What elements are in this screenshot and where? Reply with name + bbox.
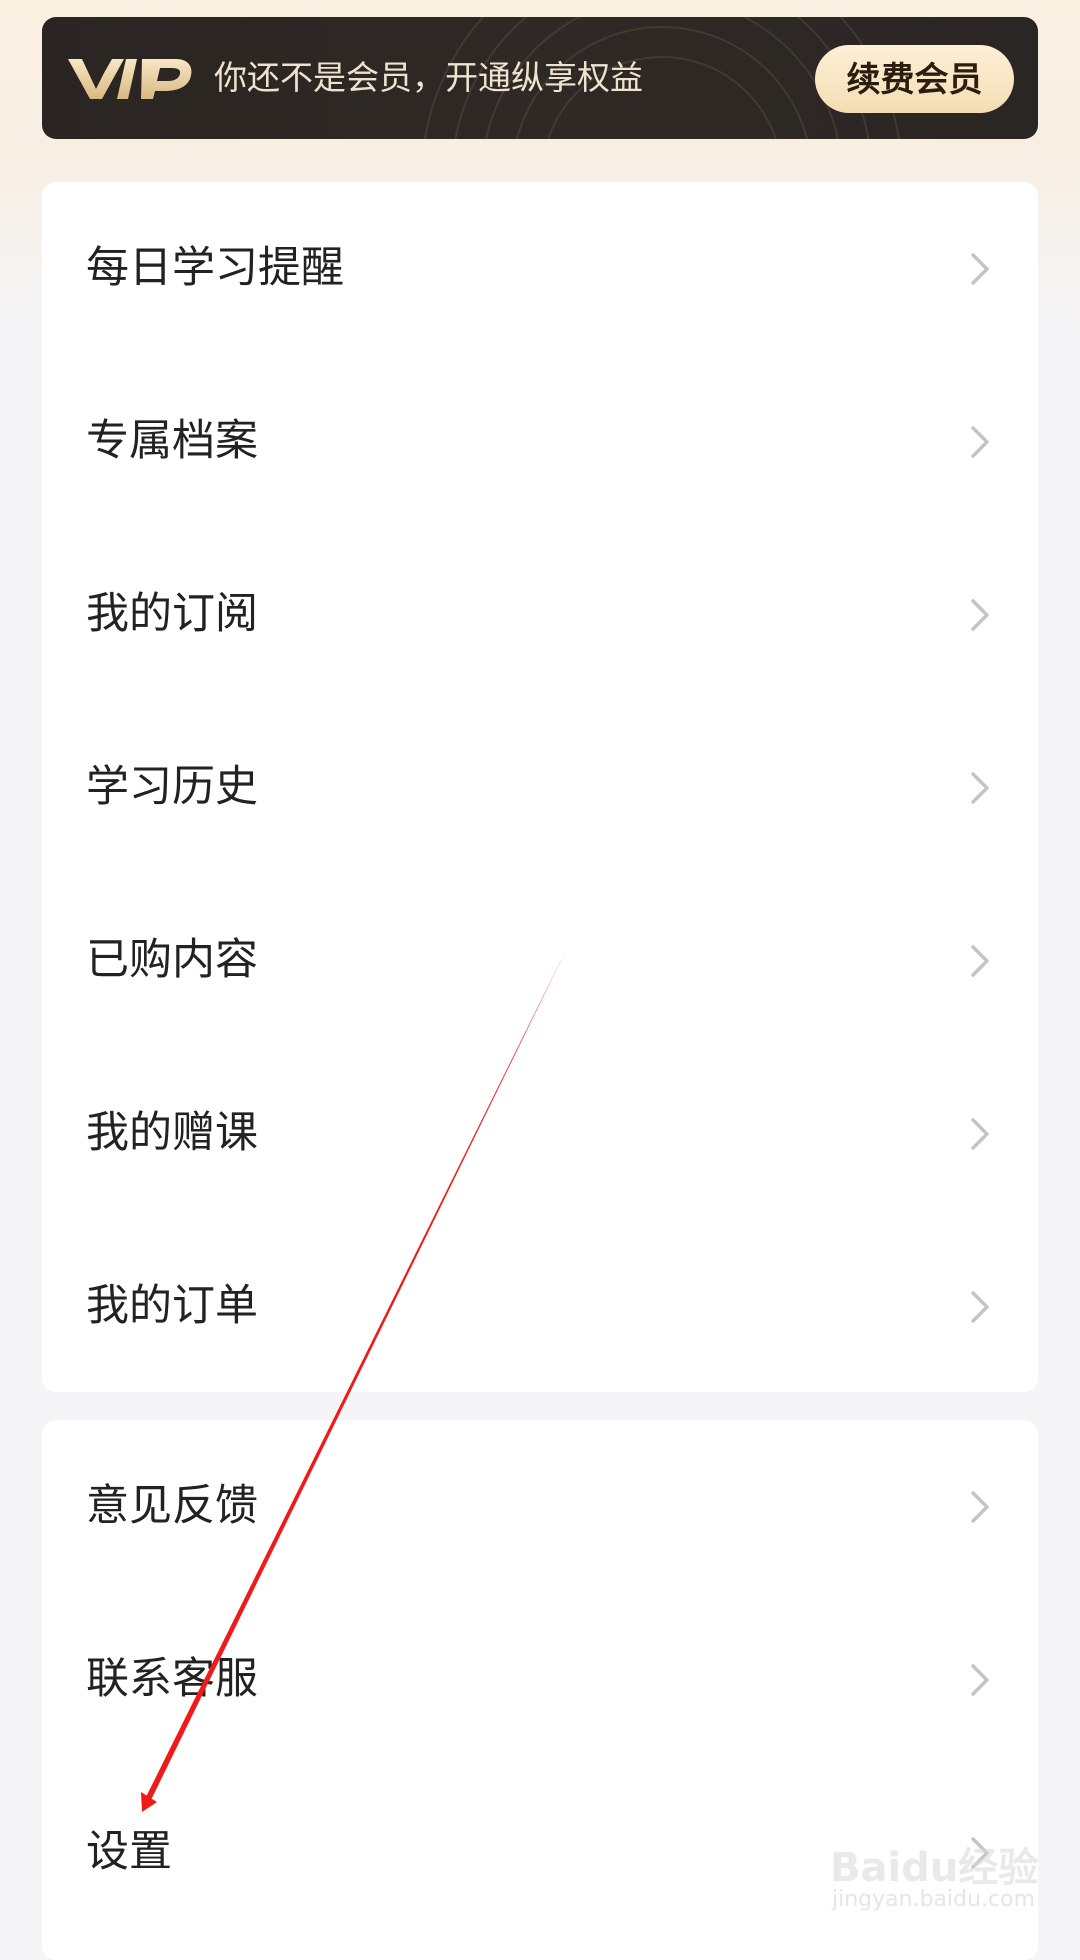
vip-logo [68,59,192,99]
menu-item-purchased[interactable]: 已购内容 [42,874,1038,1047]
chevron-right-icon [971,426,989,458]
menu-item-label: 我的订阅 [86,589,258,639]
chevron-right-icon [971,945,989,977]
chevron-right-icon [971,1491,989,1523]
watermark-brand: Baidu经验 [830,1845,1039,1891]
baidu-watermark: Baidu经验 jingyan.baidu.com [820,1815,1038,1915]
menu-item-orders[interactable]: 我的订单 [42,1220,1038,1393]
menu-item-label: 专属档案 [86,416,258,466]
menu-item-label: 学习历史 [86,762,258,812]
menu-item-history[interactable]: 学习历史 [42,701,1038,874]
menu-item-label: 已购内容 [86,935,258,985]
watermark-url: jingyan.baidu.com [832,1887,1036,1912]
chevron-right-icon [971,772,989,804]
menu-item-profile[interactable]: 专属档案 [42,355,1038,528]
chevron-right-icon [971,1118,989,1150]
menu-item-label: 每日学习提醒 [86,243,344,293]
vip-banner[interactable]: 你还不是会员，开通纵享权益 续费会员 [42,17,1038,139]
menu-item-label: 联系客服 [86,1654,258,1704]
chevron-right-icon [971,1291,989,1323]
chevron-right-icon [971,253,989,285]
menu-item-gift-courses[interactable]: 我的赠课 [42,1047,1038,1220]
chevron-right-icon [971,599,989,631]
menu-item-label: 我的赠课 [86,1108,258,1158]
menu-item-daily-reminder[interactable]: 每日学习提醒 [42,182,1038,355]
chevron-right-icon [971,1664,989,1696]
menu-card-primary: 每日学习提醒 专属档案 我的订阅 学习历史 已购内容 我的赠课 我的订单 [42,182,1038,1392]
menu-item-label: 意见反馈 [86,1481,258,1531]
menu-item-label: 设置 [86,1827,172,1877]
menu-item-feedback[interactable]: 意见反馈 [42,1420,1038,1593]
vip-message: 你还不是会员，开通纵享权益 [214,58,643,97]
menu-item-subscriptions[interactable]: 我的订阅 [42,528,1038,701]
renew-membership-button[interactable]: 续费会员 [815,45,1014,113]
menu-item-customer-service[interactable]: 联系客服 [42,1593,1038,1766]
menu-item-label: 我的订单 [86,1281,258,1331]
